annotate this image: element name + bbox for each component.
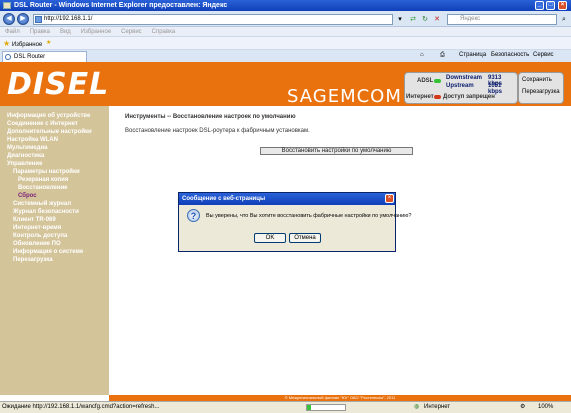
favorites-label: Избранное bbox=[11, 42, 43, 48]
sidebar-item-wlan[interactable]: Настройка WLAN bbox=[7, 137, 58, 143]
zone-label: Интернет bbox=[424, 404, 451, 410]
upstream-label: Upstream bbox=[446, 83, 474, 89]
dialog-title: Сообщение с веб-страницы bbox=[179, 193, 395, 205]
favorites-button[interactable]: ★ Избранное bbox=[3, 39, 42, 50]
sidebar-item-syslog[interactable]: Системный журнал bbox=[13, 201, 71, 207]
disel-logo: DISEL bbox=[7, 67, 110, 102]
sidebar-item-internet-time[interactable]: Интернет-время bbox=[13, 225, 61, 231]
status-text: Ожидание http://192.168.1.1/wancfg.cmd?a… bbox=[2, 404, 160, 410]
sidebar-item-diagnostics[interactable]: Диагностика bbox=[7, 153, 44, 159]
zoom-level[interactable]: 100% bbox=[538, 402, 553, 413]
internet-led-icon bbox=[434, 95, 441, 99]
back-button[interactable]: ◀ bbox=[3, 13, 15, 25]
dialog-close-button[interactable]: × bbox=[385, 194, 394, 203]
tab-dsl-router[interactable]: DSL Router bbox=[2, 51, 87, 62]
reboot-button[interactable]: Перезагрузка bbox=[522, 89, 560, 95]
favorites-bar: ★ Избранное ★ bbox=[0, 37, 571, 50]
home-icon[interactable]: ⌂ bbox=[420, 51, 424, 60]
page-title: Инструменты -- Восстановление настроек п… bbox=[125, 114, 296, 120]
sidebar-item-tr069[interactable]: Клиент TR-069 bbox=[13, 217, 56, 223]
status-bar: Ожидание http://192.168.1.1/wancfg.cmd?a… bbox=[0, 401, 571, 413]
sidebar-item-advanced[interactable]: Дополнительные настройки bbox=[7, 129, 92, 135]
page-description: Восстановление настроек DSL-роутера к фа… bbox=[125, 128, 310, 134]
maximize-button[interactable]: □ bbox=[546, 1, 555, 10]
adsl-led-icon bbox=[434, 79, 441, 83]
safety-menu[interactable]: Безопасность bbox=[491, 51, 529, 60]
address-input[interactable]: http://192.168.1.1/ bbox=[33, 14, 393, 25]
restore-defaults-button[interactable]: Восстановить настройки по умолчанию bbox=[260, 147, 413, 155]
address-value: http://192.168.1.1/ bbox=[44, 16, 93, 22]
menu-favorites[interactable]: Избранное bbox=[81, 27, 111, 37]
tab-label: DSL Router bbox=[14, 54, 46, 60]
sidebar-item-device-info[interactable]: Информация об устройстве bbox=[7, 113, 90, 119]
sidebar: Информация об устройстве Соединение с Ин… bbox=[0, 106, 109, 395]
adsl-label: ADSL bbox=[417, 78, 434, 84]
sidebar-item-reset[interactable]: Сброс bbox=[18, 193, 37, 199]
ie-icon bbox=[3, 2, 11, 9]
progress-bar bbox=[306, 404, 346, 411]
cancel-button[interactable]: Отмена bbox=[289, 233, 321, 243]
forward-button[interactable]: ▶ bbox=[17, 13, 29, 25]
confirm-dialog: Сообщение с веб-страницы × ? Вы уверены,… bbox=[178, 192, 411, 252]
sidebar-item-access-control[interactable]: Контроль доступа bbox=[13, 233, 67, 239]
search-input[interactable]: Яндекс bbox=[447, 14, 557, 25]
stop-icon[interactable]: ✕ bbox=[432, 14, 442, 25]
window-title: DSL Router - Windows Internet Explorer п… bbox=[14, 2, 228, 9]
print-icon[interactable]: ⎙ bbox=[440, 51, 445, 60]
search-placeholder: Яндекс bbox=[460, 16, 481, 22]
page-icon bbox=[35, 16, 42, 23]
save-button[interactable]: Сохранить bbox=[522, 77, 552, 83]
refresh-icon[interactable]: ↻ bbox=[420, 14, 430, 25]
sidebar-item-multimedia[interactable]: Мультимедиа bbox=[7, 145, 47, 151]
menu-tools[interactable]: Сервис bbox=[121, 27, 142, 37]
sidebar-item-restore[interactable]: Восстановление bbox=[18, 185, 68, 191]
compat-icon[interactable]: ⇄ bbox=[408, 14, 418, 25]
protected-mode-icon[interactable]: ⚙ bbox=[520, 402, 525, 413]
minimize-button[interactable]: _ bbox=[535, 1, 544, 10]
loading-icon bbox=[5, 54, 11, 60]
window-title-bar: DSL Router - Windows Internet Explorer п… bbox=[0, 0, 571, 11]
sidebar-item-security-log[interactable]: Журнал безопасности bbox=[13, 209, 79, 215]
sidebar-item-internet[interactable]: Соединение с Интернет bbox=[7, 121, 78, 127]
add-favorite-icon[interactable]: ★ bbox=[46, 39, 51, 48]
access-status: Доступ запрещен bbox=[443, 94, 495, 100]
sidebar-item-backup[interactable]: Резервная копия bbox=[18, 177, 68, 183]
dropdown-icon[interactable]: ▾ bbox=[395, 14, 405, 25]
search-icon[interactable]: ⌕ bbox=[559, 14, 569, 25]
menu-help[interactable]: Справка bbox=[152, 27, 176, 37]
tab-bar: DSL Router ⌂ ⎙ Страница Безопасность Сер… bbox=[0, 50, 571, 62]
menu-edit[interactable]: Правка bbox=[30, 27, 50, 37]
address-bar-row: ◀ ▶ http://192.168.1.1/ ▾ ⇄ ↻ ✕ Яндекс ⌕ bbox=[0, 11, 571, 27]
sidebar-item-system-info[interactable]: Информация о системе bbox=[13, 249, 83, 255]
globe-icon: ◍ bbox=[414, 404, 420, 410]
dialog-message: Вы уверены, что Вы хотите восстановить ф… bbox=[206, 213, 412, 219]
downstream-label: Downstream bbox=[446, 75, 483, 81]
sidebar-item-reboot[interactable]: Перезагрузка bbox=[13, 257, 53, 263]
question-icon: ? bbox=[187, 209, 200, 222]
star-icon: ★ bbox=[3, 39, 11, 48]
menu-file[interactable]: Файл bbox=[5, 27, 20, 37]
menu-view[interactable]: Вид bbox=[60, 27, 71, 37]
page-menu[interactable]: Страница bbox=[459, 51, 486, 60]
sidebar-item-settings[interactable]: Параметры настройки bbox=[13, 169, 80, 175]
sidebar-item-update[interactable]: Обновление ПО bbox=[13, 241, 61, 247]
tools-menu[interactable]: Сервис bbox=[533, 51, 554, 60]
close-button[interactable]: × bbox=[558, 1, 567, 10]
sagemcom-logo: SAGEMCOM bbox=[287, 86, 402, 107]
connection-status-panel: ADSL Downstream 9313 kbps Upstream 1051 … bbox=[404, 72, 518, 104]
sidebar-item-management[interactable]: Управление bbox=[7, 161, 42, 167]
router-actions-panel: Сохранить Перезагрузка bbox=[518, 72, 564, 104]
ok-button[interactable]: OK bbox=[254, 233, 286, 243]
menu-bar: Файл Правка Вид Избранное Сервис Справка bbox=[0, 27, 571, 37]
internet-label: Интернет bbox=[406, 94, 434, 100]
